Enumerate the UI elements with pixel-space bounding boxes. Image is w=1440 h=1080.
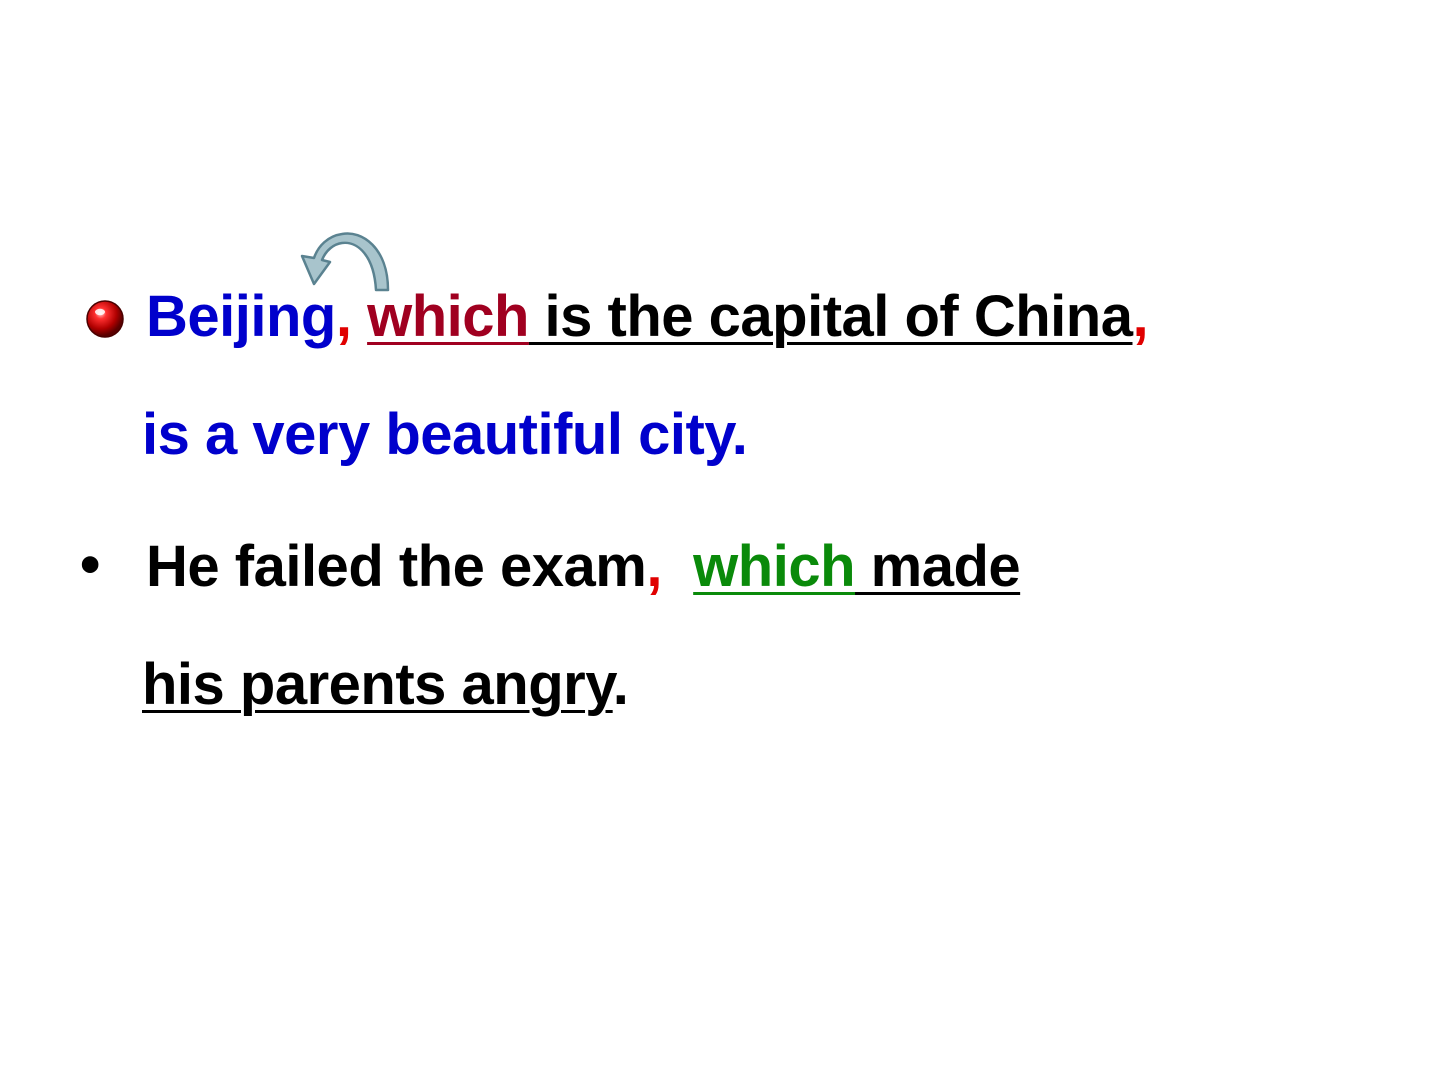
sentence1-line2: is a very beautiful city.: [142, 400, 748, 470]
main-predicate: is a very beautiful city.: [142, 402, 748, 467]
relative-clause-2b: his parents angry: [142, 652, 613, 717]
period: .: [612, 652, 629, 717]
subject-beijing: Beijing: [146, 284, 336, 349]
relative-clause: is the capital of China: [528, 284, 1133, 349]
relative-which-green: which: [693, 534, 856, 599]
slide: Beijing, which is the capital of China, …: [0, 0, 1440, 1080]
sentence2-line2: his parents angry.: [142, 650, 629, 720]
relative-clause-2a: made: [855, 534, 1021, 599]
relative-which: which: [367, 284, 529, 349]
comma-red: ,: [335, 284, 352, 349]
red-ball-bullet-icon: [86, 300, 124, 338]
comma-red-2: ,: [1132, 284, 1149, 349]
main-clause: He failed the exam: [146, 534, 647, 599]
sentence1-line1: Beijing, which is the capital of China,: [146, 282, 1149, 352]
comma-red-3: ,: [646, 534, 662, 599]
sentence2-line1: He failed the exam, which made: [146, 532, 1021, 602]
bullet-dot-icon: •: [80, 532, 101, 597]
